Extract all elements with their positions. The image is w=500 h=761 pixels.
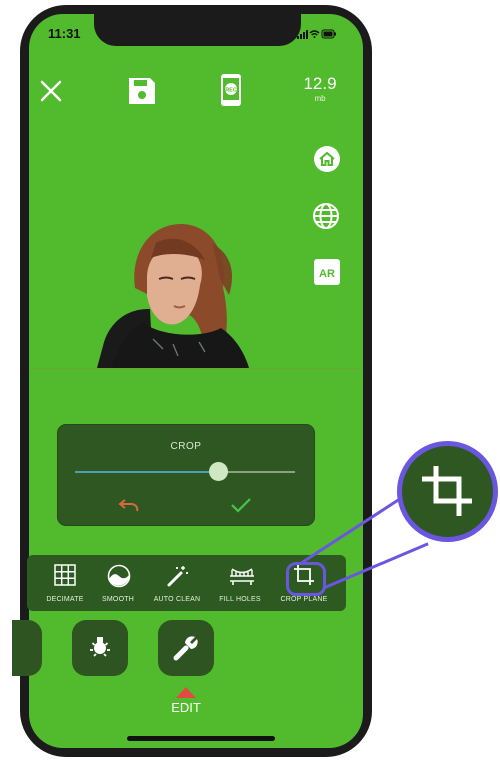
globe-icon[interactable] [312, 202, 340, 235]
ground-plane-line [30, 368, 360, 369]
mode-button-lighting[interactable] [72, 620, 128, 676]
battery-icon [321, 29, 336, 39]
crop-tool-highlight [286, 562, 326, 596]
status-icons [297, 27, 337, 45]
tool-auto-clean[interactable]: AUTO CLEAN [148, 555, 206, 611]
home-icon[interactable] [313, 145, 341, 178]
mode-button-edit[interactable] [158, 620, 214, 676]
ar-label: AR [319, 268, 335, 280]
home-indicator[interactable] [127, 736, 275, 741]
mode-button-previous[interactable] [12, 620, 42, 676]
save-icon[interactable] [127, 76, 157, 111]
wifi-icon [309, 30, 320, 38]
record-icon[interactable]: REC [220, 73, 242, 112]
crop-title: CROP [170, 441, 202, 452]
crop-slider-track-filled [75, 471, 219, 473]
file-size-unit: mb [314, 94, 326, 103]
tool-label: CROP PLANE [280, 596, 328, 603]
signal-icon [297, 30, 308, 39]
crop-slider-track [219, 471, 295, 473]
bridge-icon [230, 568, 254, 585]
crop-icon [422, 466, 472, 516]
file-size: 12.9 mb [292, 74, 348, 104]
confirm-icon[interactable] [230, 497, 252, 518]
lightbulb-icon [90, 637, 110, 657]
crop-slider[interactable] [75, 462, 295, 481]
crop-callout-magnifier [397, 441, 498, 542]
active-mode-label: EDIT [171, 700, 201, 715]
tool-fill-holes[interactable]: FILL HOLES [211, 555, 269, 611]
crop-panel: CROP [57, 424, 315, 526]
phone-notch [94, 14, 301, 46]
wrench-icon [173, 636, 198, 661]
tool-label: FILL HOLES [219, 596, 261, 603]
smooth-icon [107, 564, 131, 588]
crop-slider-thumb[interactable] [209, 462, 228, 481]
close-icon[interactable] [40, 80, 62, 107]
grid-icon [54, 564, 76, 586]
record-text: REC [225, 88, 237, 94]
tool-smooth[interactable]: SMOOTH [89, 555, 147, 611]
status-time: 11:31 [48, 26, 81, 41]
scanned-person-model [95, 218, 265, 375]
ar-icon[interactable]: AR [314, 259, 340, 290]
undo-icon[interactable] [118, 498, 140, 517]
file-size-value: 12.9 [303, 74, 337, 93]
magic-wand-icon [167, 566, 188, 587]
tool-label: AUTO CLEAN [153, 596, 201, 603]
